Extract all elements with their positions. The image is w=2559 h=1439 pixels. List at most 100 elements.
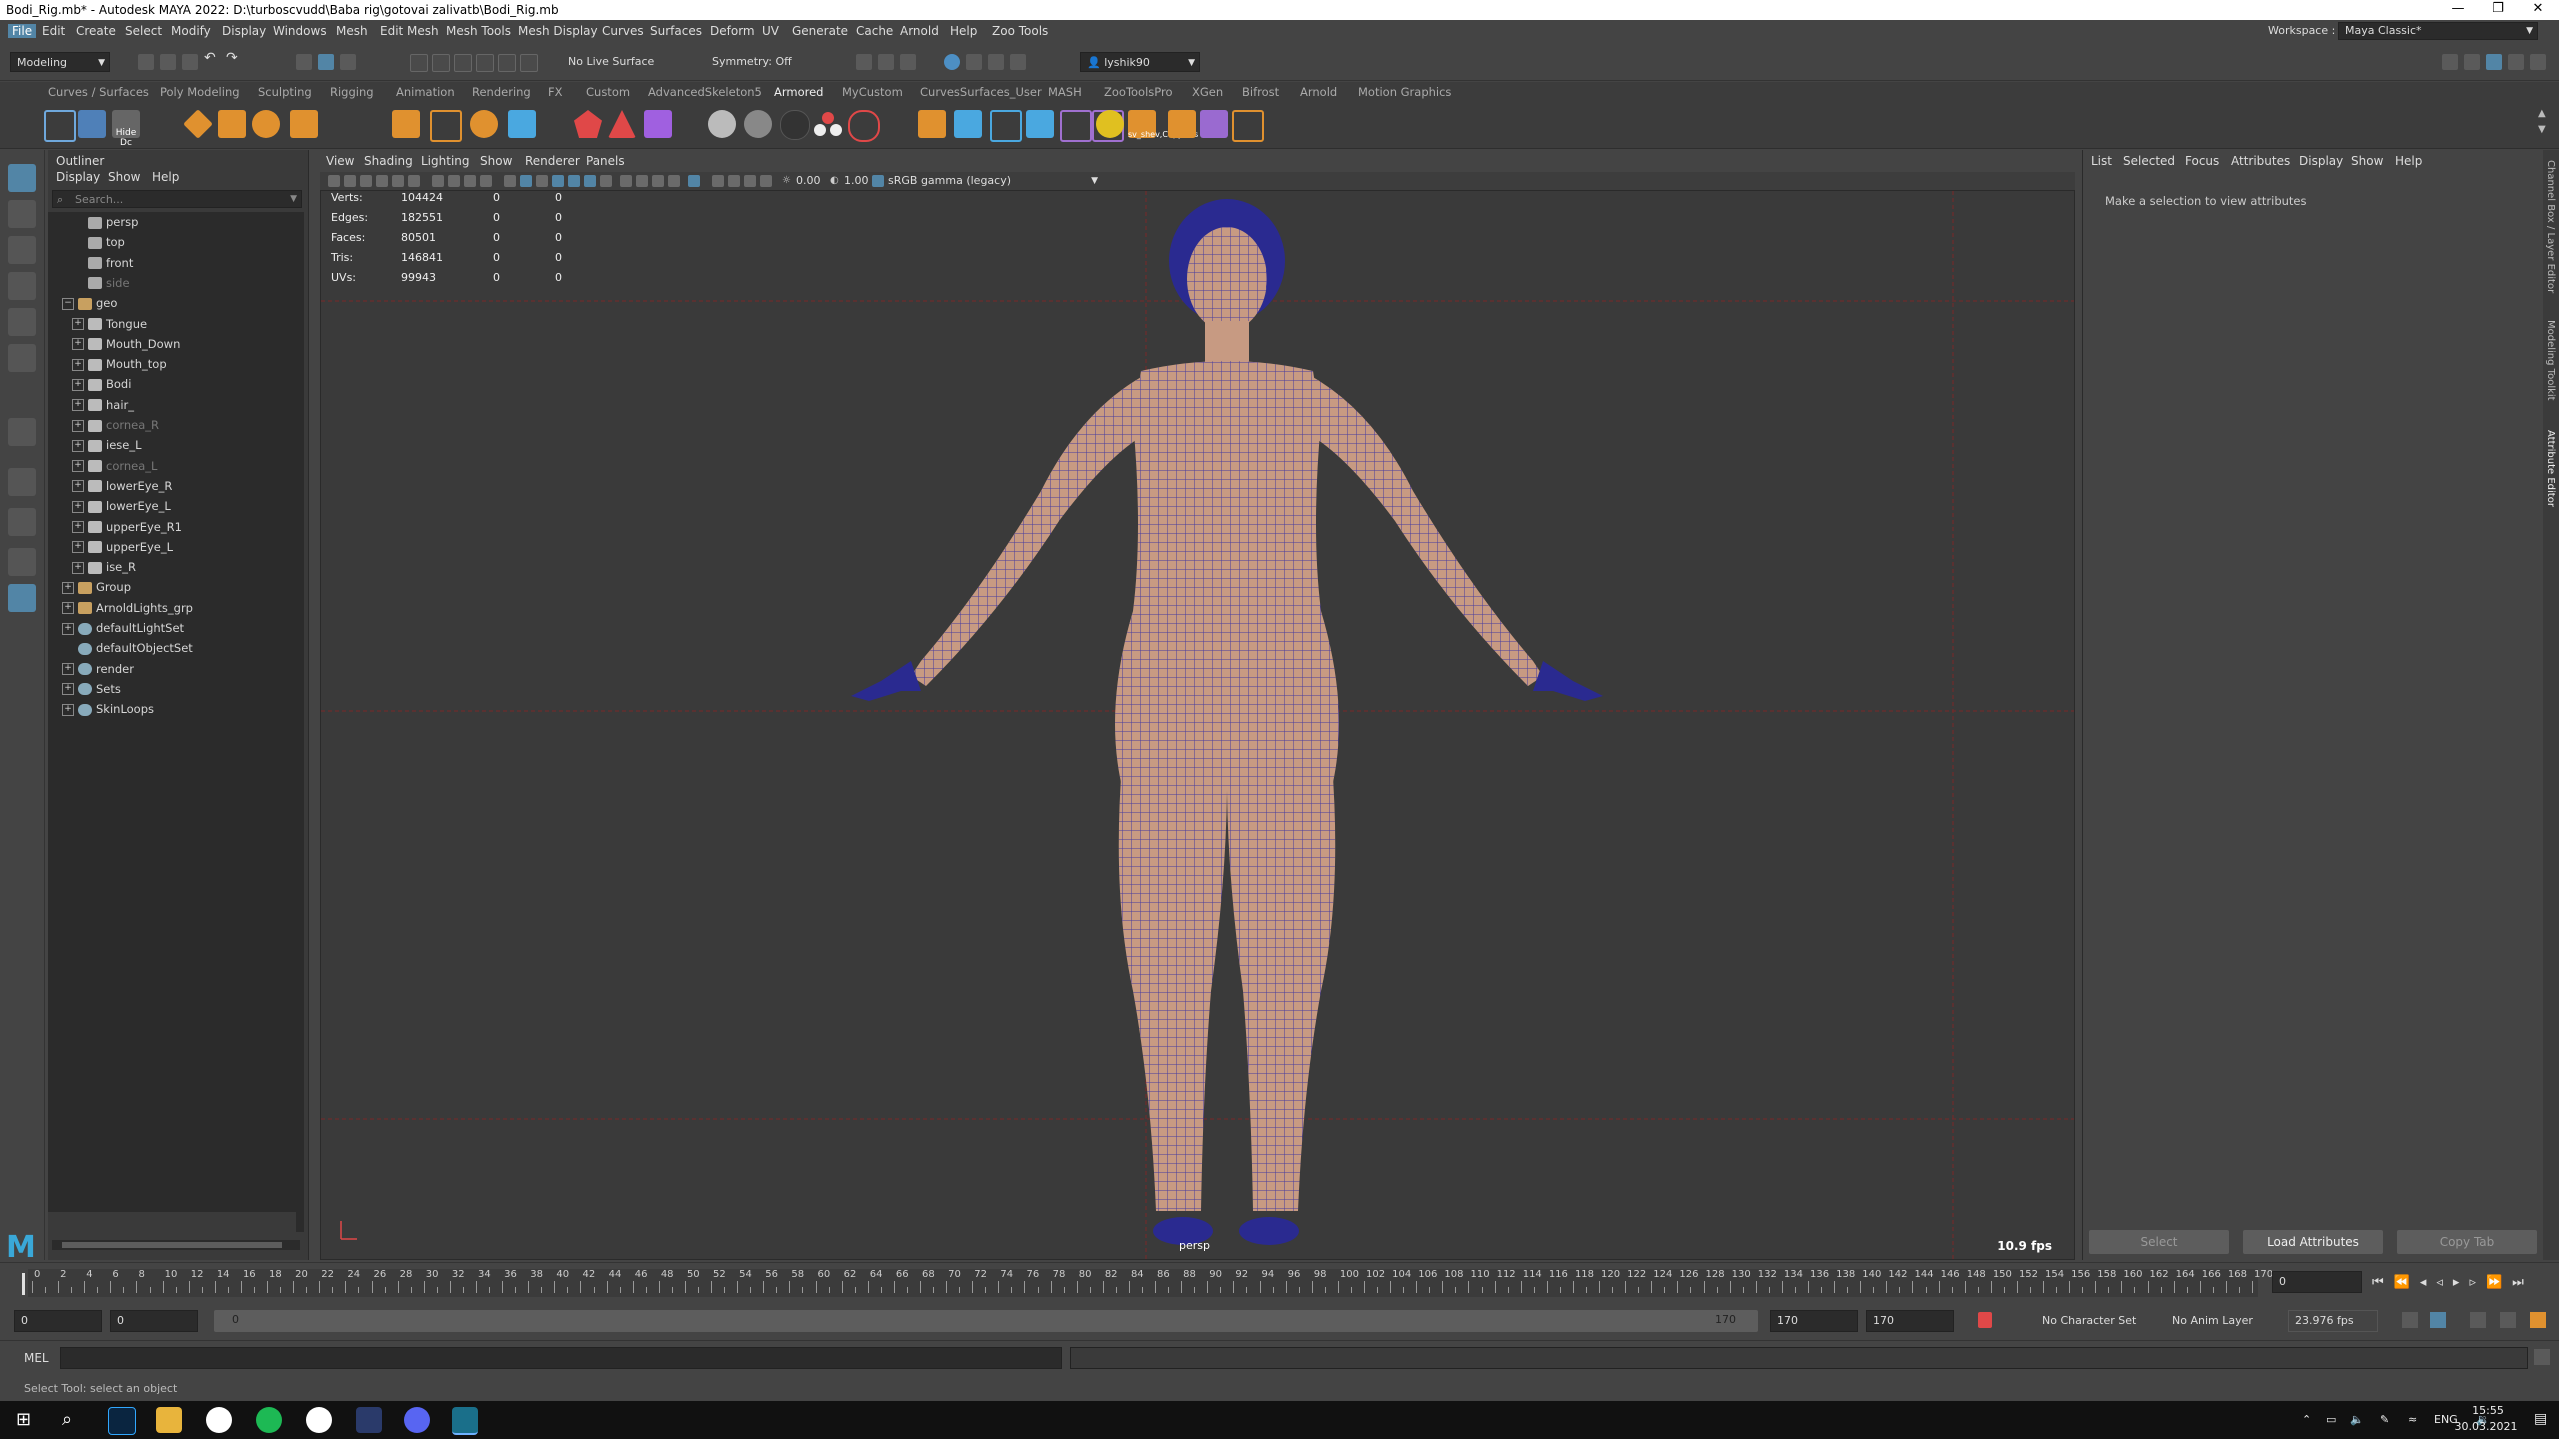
character-set-dropdown[interactable]: No Character Set [2042,1314,2136,1327]
expand-toggle-icon[interactable]: + [72,541,84,554]
modeling-toolkit-icon[interactable] [2442,54,2458,70]
outliner-item[interactable]: defaultObjectSet [62,638,193,658]
expand-toggle-icon[interactable]: + [62,703,74,716]
tray-chevron-icon[interactable]: ⌃ [2302,1413,2311,1426]
app-u-icon[interactable] [306,1407,332,1433]
range-slider[interactable]: 0 170 [214,1310,1758,1332]
expand-toggle-icon[interactable]: + [72,439,84,452]
attr-menu-show[interactable]: Show [2351,154,2383,168]
scene-start-field[interactable]: 0 [14,1310,102,1332]
menu-zoo-tools[interactable]: Zoo Tools [992,24,1048,38]
shelf-tab-armored[interactable]: Armored [774,85,823,99]
shelf-tab-zootoolspro[interactable]: ZooToolsPro [1104,85,1173,99]
discord-icon[interactable] [404,1407,430,1433]
lattice-icon[interactable] [508,110,536,138]
scale-tool-icon[interactable] [8,344,36,372]
clock-date[interactable]: 30.03.2021 [2446,1420,2526,1433]
resolution-gate-icon[interactable] [464,175,476,187]
grease-pencil-icon[interactable] [408,175,420,187]
menu-cache[interactable]: Cache [856,24,893,38]
copy-uvs-button[interactable]: sv_shev,CopyUVs [1128,110,1198,139]
file-explorer-icon[interactable] [156,1407,182,1433]
outliner-item[interactable]: + iese_L [72,435,142,455]
wave-deformer-icon[interactable] [990,110,1022,142]
outliner-list[interactable]: persp top front side − geo + Tongue + Mouth_Down +… [48,212,304,1212]
expand-toggle-icon[interactable]: + [72,480,84,493]
shelf-tab-bifrost[interactable]: Bifrost [1242,85,1279,99]
expand-toggle-icon[interactable]: + [72,521,84,533]
grid-icon[interactable] [432,175,444,187]
fps-dropdown[interactable]: 23.976 fps [2288,1310,2378,1332]
default-material-icon[interactable] [536,175,548,187]
tool-settings-icon[interactable] [2486,54,2502,70]
wire-deformer-icon[interactable] [1060,110,1092,142]
gate-mask-icon[interactable] [480,175,492,187]
outliner-item[interactable]: + upperEye_R1 [72,517,182,537]
snap-plane-icon[interactable] [520,54,538,72]
shelf-tab-poly-modeling[interactable]: Poly Modeling [160,85,240,99]
outliner-item[interactable]: + render [62,659,134,679]
attribute-editor-icon[interactable] [2464,54,2480,70]
expand-toggle-icon[interactable]: + [62,622,74,635]
camera-attributes-icon[interactable] [344,175,356,187]
joint-tool-icon[interactable] [183,109,213,139]
lasso-tool-icon[interactable] [8,200,36,228]
snap-point-icon[interactable] [454,54,472,72]
color-management-icon[interactable] [872,175,884,187]
hide-button[interactable]: Hide Dc [112,110,140,148]
expand-toggle-icon[interactable]: + [72,460,84,473]
outliner-search-input[interactable]: ⌕ Search... ▼ [52,190,302,208]
shading-ball-icon[interactable] [848,110,880,142]
outliner-item[interactable]: + lowerEye_L [72,496,171,516]
expand-toggle-icon[interactable]: + [62,602,74,615]
outliner-item[interactable]: + SkinLoops [62,699,154,719]
multi-material-icon[interactable] [814,110,842,138]
image-plane-icon[interactable] [376,175,388,187]
viewport-menu-show[interactable]: Show [480,154,512,168]
viewport-menu-shading[interactable]: Shading [364,154,413,168]
ambient-occlusion-icon[interactable] [620,175,632,187]
paint-select-tool-icon[interactable] [8,236,36,264]
playback-end-field[interactable]: 170 [1770,1310,1858,1332]
expand-toggle-icon[interactable]: + [72,561,84,574]
copy-tab-button[interactable]: Copy Tab [2397,1230,2537,1254]
outliner-layout-icon[interactable] [8,584,36,612]
evaluation-icon[interactable] [2530,1312,2546,1328]
motion-blur-icon[interactable] [636,175,648,187]
cache-playback-icon[interactable] [2430,1312,2446,1328]
shelf-tab-advancedskeleton5[interactable]: AdvancedSkeleton5 [648,85,762,99]
outliner-horizontal-scrollbar[interactable] [52,1240,300,1250]
isolate-select-icon[interactable] [688,175,700,187]
menu-windows[interactable]: Windows [273,24,327,38]
move-tool-icon[interactable] [8,272,36,300]
viewport-menu-panels[interactable]: Panels [586,154,625,168]
exposure-value[interactable]: 0.00 [796,174,821,187]
loop-icon[interactable] [2402,1312,2418,1328]
cone-icon[interactable] [608,110,636,138]
gamma-value[interactable]: 1.00 [844,174,869,187]
expand-toggle-icon[interactable]: + [72,338,84,351]
layer-editor-icon[interactable] [2530,54,2546,70]
shelf-tab-animation[interactable]: Animation [396,85,455,99]
outliner-item[interactable]: + lowerEye_R [72,476,172,496]
menu-surfaces[interactable]: Surfaces [650,24,702,38]
expand-toggle-icon[interactable]: + [72,378,84,391]
shelf-tab-mycustom[interactable]: MyCustom [842,85,903,99]
outliner-item[interactable]: front [72,253,133,273]
select-button[interactable]: Select [2089,1230,2229,1254]
auto-key-icon[interactable] [1978,1312,1992,1328]
outliner-item[interactable]: side [72,273,130,293]
photoshop-icon[interactable] [108,1407,136,1435]
duplicate-icon[interactable] [918,110,946,138]
menu-edit-mesh[interactable]: Edit Mesh [380,24,439,38]
menu-set-dropdown[interactable]: Modeling ▼ [10,52,110,72]
script-editor-icon[interactable] [2534,1349,2550,1365]
attr-menu-display[interactable]: Display [2299,154,2343,168]
new-scene-icon[interactable] [138,54,154,70]
expand-toggle-icon[interactable]: + [62,683,74,696]
outliner-item[interactable]: + cornea_L [72,456,157,476]
cluster-icon[interactable] [470,110,498,138]
outliner-menu-help[interactable]: Help [152,170,179,184]
yandex-browser-icon[interactable] [206,1407,232,1433]
shelf-tab-curves-surfaces[interactable]: Curves / Surfaces [48,85,149,99]
